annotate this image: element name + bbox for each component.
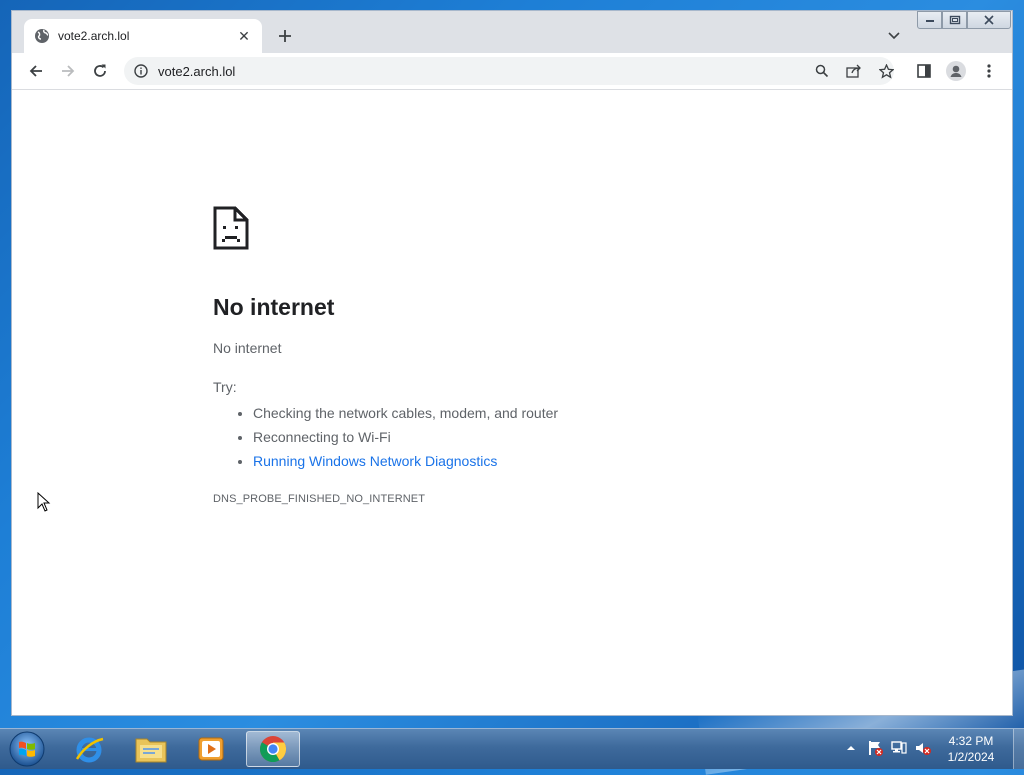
error-title: No internet: [213, 294, 335, 320]
profile-icon[interactable]: [946, 61, 966, 81]
start-button[interactable]: [7, 730, 47, 768]
mouse-cursor-icon: [37, 492, 51, 512]
share-icon[interactable]: [844, 61, 864, 81]
tab-close-icon[interactable]: ✕: [236, 28, 252, 45]
close-window-button[interactable]: [967, 11, 1011, 29]
action-center-flag-icon[interactable]: [866, 739, 884, 757]
new-tab-button[interactable]: [274, 25, 296, 47]
globe-icon: [34, 28, 50, 44]
tab-title: vote2.arch.lol: [58, 29, 130, 43]
browser-toolbar: vote2.arch.lol: [12, 53, 1012, 90]
network-disconnected-icon[interactable]: [890, 739, 908, 757]
suggestion-item: Checking the network cables, modem, and …: [253, 401, 813, 425]
minimize-button[interactable]: [917, 11, 942, 29]
file-explorer-icon[interactable]: [124, 731, 178, 767]
tab-search-chevron-icon[interactable]: [884, 26, 904, 46]
chrome-icon[interactable]: [246, 731, 300, 767]
clock-date: 1/2/2024: [947, 750, 995, 764]
suggestion-item: Running Windows Network Diagnostics: [253, 449, 813, 473]
error-code: DNS_PROBE_FINISHED_NO_INTERNET: [213, 493, 426, 505]
url-text: vote2.arch.lol: [158, 63, 236, 79]
tab-strip: vote2.arch.lol ✕: [12, 11, 1012, 53]
taskbar: 4:32 PM 1/2/2024: [0, 728, 1024, 769]
error-subtitle: No internet: [213, 340, 282, 356]
search-icon[interactable]: [812, 61, 832, 81]
suggestion-item: Reconnecting to Wi-Fi: [253, 425, 813, 449]
network-diagnostics-link[interactable]: Running Windows Network Diagnostics: [253, 453, 497, 469]
restore-button[interactable]: [942, 11, 967, 29]
menu-icon[interactable]: [979, 61, 999, 81]
side-panel-icon[interactable]: [914, 61, 934, 81]
try-label: Try:: [213, 379, 237, 395]
address-bar[interactable]: vote2.arch.lol: [124, 57, 894, 85]
tab-vote2[interactable]: vote2.arch.lol ✕: [24, 19, 262, 53]
error-container: No internet No internet Try: Checking th…: [213, 206, 813, 505]
suggestions-list: Checking the network cables, modem, and …: [213, 401, 813, 473]
forward-icon[interactable]: [58, 61, 78, 81]
page-content: No internet No internet Try: Checking th…: [12, 90, 1012, 715]
chrome-window: vote2.arch.lol ✕ vote2.arch.lol No inter…: [11, 10, 1013, 716]
media-player-icon[interactable]: [184, 731, 238, 767]
back-icon[interactable]: [26, 61, 46, 81]
sad-document-icon: [213, 206, 249, 250]
taskbar-clock[interactable]: 4:32 PM 1/2/2024: [930, 733, 1012, 765]
reload-icon[interactable]: [90, 61, 110, 81]
internet-explorer-icon[interactable]: [62, 731, 116, 767]
clock-time: 4:32 PM: [948, 734, 994, 748]
star-icon[interactable]: [876, 61, 896, 81]
show-desktop-button[interactable]: [1013, 729, 1024, 769]
show-hidden-icons-icon[interactable]: [842, 739, 860, 757]
info-icon[interactable]: [134, 64, 148, 78]
